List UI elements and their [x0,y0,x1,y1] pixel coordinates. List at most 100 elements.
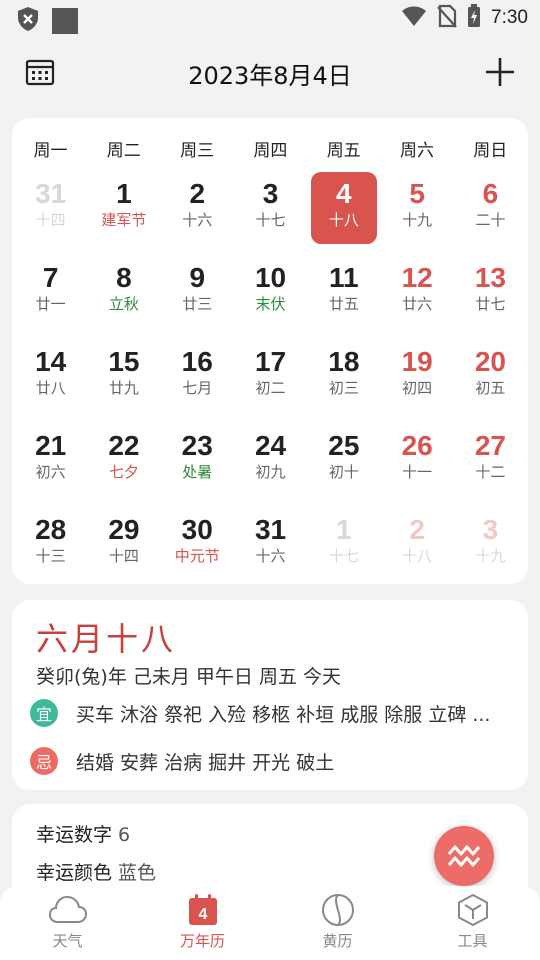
lunar-day-label: 十九 [402,211,433,229]
yi-activities: 买车 沐浴 祭祀 入殓 移柩 补垣 成服 除服 立碑 ... [76,703,491,726]
notification-icon [52,8,78,34]
add-event-button[interactable] [482,54,518,90]
nav-tools[interactable]: 工具 [405,892,540,956]
calendar-picker-button[interactable] [24,56,56,88]
day-cell[interactable]: 18 初三 [311,340,377,412]
day-cell[interactable]: 6 二十 [457,172,523,244]
day-number: 6 [482,178,499,209]
day-cell-today[interactable]: 4 十八 [310,172,377,244]
day-cell[interactable]: 31 十六 [238,508,304,580]
day-number: 17 [254,346,287,377]
day-number: 29 [108,514,140,545]
nav-perpetual-calendar[interactable]: 4 万年历 [135,892,270,956]
page-title: 2023年8月4日 [188,62,352,90]
day-cell[interactable]: 13 廿七 [457,256,523,328]
day-number: 23 [181,430,213,461]
lunar-day-label: 初三 [328,379,359,397]
nav-weather[interactable]: 天气 [0,892,135,956]
day-cell[interactable]: 24 初九 [238,424,304,496]
day-cell[interactable]: 5 十九 [384,172,450,244]
ji-row: 忌 结婚 安葬 治病 掘井 开光 破土 [30,746,512,776]
lunar-day-label: 廿五 [328,295,359,313]
day-cell[interactable]: 19 初四 [384,340,450,412]
weekday-header: 周一 周二 周三 周四 周五 周六 周日 [12,136,528,161]
day-cell[interactable]: 9 廿三 [164,256,230,328]
lunar-day-label: 廿三 [182,295,213,313]
yinyang-icon [321,894,354,926]
zodiac-fab-button[interactable] [434,826,494,886]
day-cell[interactable]: 7 廿一 [18,256,84,328]
day-number: 30 [181,514,213,545]
lunar-day-label: 十六 [255,547,286,565]
weekday-label: 周五 [326,141,361,161]
day-cell[interactable]: 23 处暑 [164,424,230,496]
lunar-day-label: 廿八 [35,379,66,397]
day-info-card[interactable]: 六月十八 癸卯(兔)年 己未月 甲午日 周五 今天 宜 买车 沐浴 祭祀 入殓 … [12,600,528,790]
day-number: 10 [254,262,287,293]
app-header: 2023年8月4日 [0,44,540,100]
day-number: 7 [42,262,59,293]
lunar-day-label: 七月 [182,379,213,397]
lunar-day-label: 廿九 [108,379,139,397]
lunar-day-label: 十六 [182,211,213,229]
day-number: 12 [401,262,433,293]
day-cell[interactable]: 15 廿九 [91,340,157,412]
day-cell[interactable]: 11 廿五 [311,256,377,328]
lucky-color-value: 蓝色 [118,862,157,884]
wifi-icon [401,5,427,31]
lunar-day-label: 中元节 [174,547,220,565]
day-cell[interactable]: 29 十四 [91,508,157,580]
weekday-label: 周一 [33,141,68,161]
day-number: 20 [474,346,507,377]
lunar-day-label: 十三 [35,547,66,565]
lunar-day-label: 初十 [328,463,359,481]
day-cell[interactable]: 2 十六 [164,172,230,244]
lunar-day-label: 十四 [108,547,139,565]
day-number: 25 [328,430,360,461]
day-cell[interactable]: 31 十四 [18,172,84,244]
day-number: 13 [474,262,507,293]
weekday-label: 周日 [473,141,508,161]
day-cell[interactable]: 1 建军节 [91,172,157,244]
day-number: 31 [254,514,287,545]
lunar-day-label: 初六 [35,463,66,481]
lunar-day-label: 处暑 [182,463,213,481]
day-cell[interactable]: 2 十八 [384,508,450,580]
lunar-day-label: 二十 [475,211,506,229]
day-cell[interactable]: 21 初六 [18,424,84,496]
day-cell[interactable]: 22 七夕 [91,424,157,496]
day-cell[interactable]: 27 十二 [457,424,523,496]
day-cell[interactable]: 28 十三 [18,508,84,580]
day-number: 19 [401,346,433,377]
no-sim-icon [437,4,457,32]
lucky-color-label: 幸运颜色 [36,862,113,884]
day-cell[interactable]: 1 十七 [311,508,377,580]
weekday-label: 周四 [253,141,288,161]
nav-weather-label: 天气 [52,932,83,950]
day-cell[interactable]: 3 十七 [238,172,304,244]
day-cell[interactable]: 25 初十 [311,424,377,496]
day-cell[interactable]: 26 十一 [384,424,450,496]
day-number: 27 [474,430,507,461]
day-cell[interactable]: 12 廿六 [384,256,450,328]
day-cell[interactable]: 8 立秋 [91,256,157,328]
calendar-icon: 4 [188,894,217,925]
lunar-day-label: 十八 [402,547,433,565]
day-cell[interactable]: 3 十九 [457,508,523,580]
day-number: 2 [409,514,425,545]
ji-badge: 忌 [30,747,58,775]
day-cell[interactable]: 30 中元节 [164,508,230,580]
lunar-day-label: 初五 [475,379,506,397]
day-number: 18 [328,346,360,377]
day-cell[interactable]: 17 初二 [238,340,304,412]
day-cell[interactable]: 14 廿八 [18,340,84,412]
lunar-day-label: 建军节 [101,211,147,229]
clock-time: 7:30 [491,7,528,28]
nav-almanac[interactable]: 黄历 [270,892,405,956]
day-cell[interactable]: 20 初五 [457,340,523,412]
nav-tools-label: 工具 [457,932,488,950]
day-cell[interactable]: 10 末伏 [238,256,304,328]
lunar-day-label: 十一 [402,463,433,481]
day-cell[interactable]: 16 七月 [164,340,230,412]
weekday-label: 周二 [106,141,141,161]
